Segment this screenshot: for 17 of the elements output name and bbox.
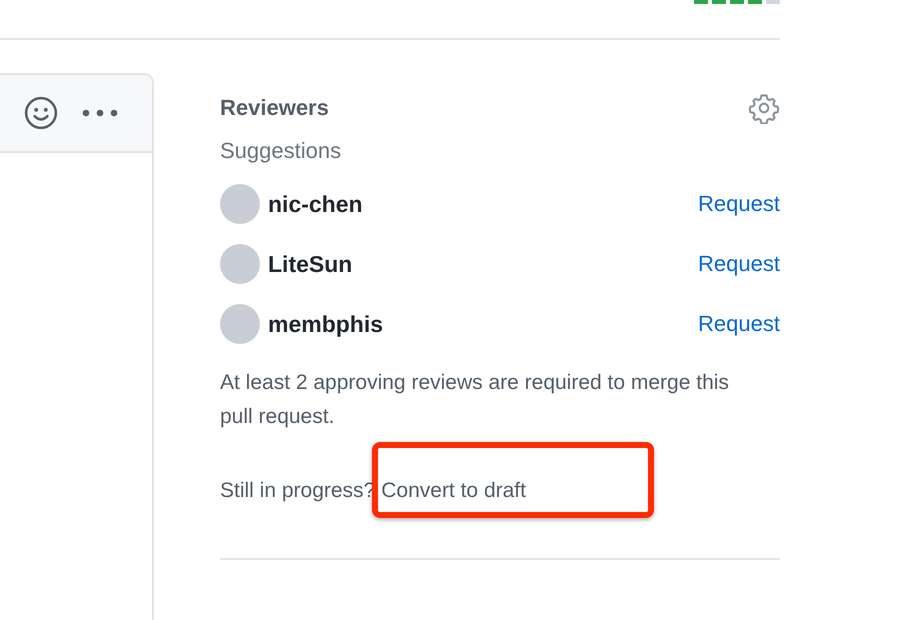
convert-to-draft-link[interactable]: Convert to draft [381,479,526,503]
reviewer-name[interactable]: LiteSun [268,250,352,278]
draft-prompt: Still in progress? [220,479,376,503]
more-icon[interactable] [82,109,118,117]
request-link[interactable]: Request [698,251,780,277]
suggestions-label: Suggestions [220,138,342,164]
request-link[interactable]: Request [698,311,780,337]
approval-note: At least 2 approving reviews are required to merge this pull request. [220,370,730,430]
avatar [220,304,260,344]
reviewers-heading: Reviewers [220,95,329,121]
reviewer-name[interactable]: membphis [268,310,384,338]
request-link[interactable]: Request [698,191,780,217]
settings-icon[interactable] [748,92,780,124]
avatar [220,184,260,224]
smiley-icon[interactable] [24,96,58,130]
avatar [220,244,260,284]
reviewer-name[interactable]: nic-chen [268,190,363,218]
